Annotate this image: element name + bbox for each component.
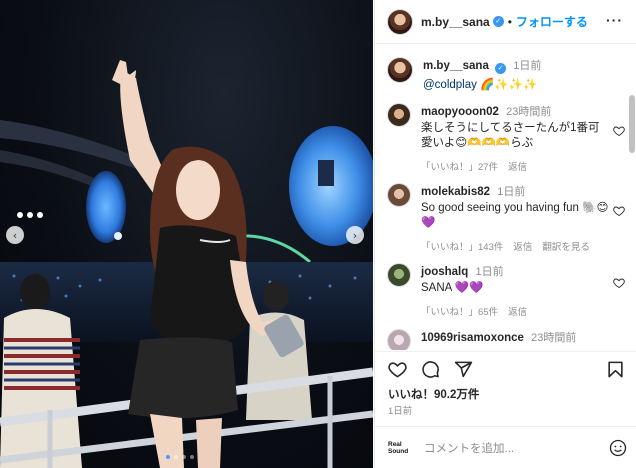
comment-text: SANA 💜💜 — [421, 282, 484, 294]
comment-likes-count[interactable]: 「いいね！」65件 — [421, 304, 498, 318]
caption-author-avatar[interactable] — [387, 57, 413, 83]
chevron-left-icon: ‹ — [12, 228, 18, 242]
author-avatar[interactable] — [387, 8, 413, 35]
comment-text: 楽しそうにしてるさーたんが1番可愛いよ😊🫶🫶🫶らぶ — [421, 122, 600, 149]
comment-reply-button[interactable]: 返信 — [508, 159, 527, 173]
commenter-avatar[interactable] — [387, 329, 411, 350]
follow-button[interactable]: フォローする — [516, 13, 588, 30]
comment-like-heart-icon[interactable] — [613, 205, 625, 217]
comment-text: So good seeing you having fun 🐘😊💜 — [421, 202, 609, 229]
caption-text[interactable]: @coldplay 🌈✨✨✨ — [423, 77, 541, 91]
comment-icon[interactable] — [421, 360, 440, 379]
comment-input[interactable]: コメントを追加... — [424, 440, 609, 456]
comments-scrollbar[interactable] — [629, 95, 635, 153]
commenter-avatar[interactable] — [387, 103, 411, 127]
comment-time: 23時間前 — [506, 106, 552, 118]
bookmark-icon[interactable] — [606, 360, 625, 379]
carousel-indicator — [166, 455, 194, 459]
comment-reply-button[interactable]: 返信 — [513, 239, 532, 253]
comment-item: maopyooon02 23時間前 楽しそうにしてるさーたんが1番可愛いよ😊🫶🫶… — [387, 103, 625, 173]
share-icon[interactable] — [454, 360, 473, 379]
post-photo[interactable]: ‹ › — [0, 0, 373, 468]
carousel-dot — [190, 455, 194, 459]
comments-scroll-area[interactable]: m.by__sana ✓ 1日前 @coldplay 🌈✨✨✨ maopyooo… — [375, 45, 636, 350]
view-translation-button[interactable]: 翻訳を見る — [542, 239, 590, 253]
emoji-icon[interactable] — [609, 439, 627, 457]
carousel-dot — [174, 455, 178, 459]
chevron-right-icon: › — [352, 228, 358, 242]
carousel-dot — [182, 455, 186, 459]
post-caption: m.by__sana ✓ 1日前 @coldplay 🌈✨✨✨ — [387, 57, 541, 91]
comment-item: molekabis82 1日前 So good seeing you havin… — [387, 183, 625, 253]
post-header: m.by__sana ✓ • フォローする ··· — [375, 0, 636, 44]
verified-badge-icon: ✓ — [495, 63, 507, 74]
verified-badge-icon: ✓ — [492, 16, 504, 27]
comment-time: 1日前 — [475, 266, 504, 278]
add-comment-bar: Real Sound コメントを追加... — [375, 426, 636, 468]
commenter-avatar[interactable] — [387, 263, 411, 287]
comment-likes-count[interactable]: 「いいね！」143件 — [421, 239, 503, 253]
commenter-username[interactable]: molekabis82 — [421, 186, 490, 198]
author-username[interactable]: m.by__sana — [421, 15, 490, 29]
comment-likes-count[interactable]: 「いいね！」27件 — [421, 159, 498, 173]
caption-username[interactable]: m.by__sana — [423, 60, 489, 72]
commenter-avatar[interactable] — [387, 183, 411, 207]
comment-time: 1日前 — [497, 186, 526, 198]
heart-icon[interactable] — [388, 360, 407, 379]
commenter-username[interactable]: jooshalq — [421, 266, 468, 278]
likes-count[interactable]: いいね！90.2万件 — [388, 386, 479, 402]
post-actions: いいね！90.2万件 1日前 — [375, 351, 636, 435]
more-horizontal-icon[interactable]: ··· — [606, 12, 623, 28]
commenter-username[interactable]: 10969risamoxonce — [421, 332, 524, 344]
caption-time: 1日前 — [513, 60, 542, 72]
carousel-dot-active — [166, 455, 170, 459]
carousel-next-button[interactable]: › — [346, 226, 364, 244]
comment-like-heart-icon[interactable] — [613, 277, 625, 289]
comment-item: 10969risamoxonce 23時間前 — [387, 329, 625, 350]
commenter-username[interactable]: maopyooon02 — [421, 106, 499, 118]
post-detail-panel: m.by__sana ✓ • フォローする ··· m.by__sana ✓ 1… — [374, 0, 636, 468]
comment-time: 23時間前 — [531, 332, 577, 344]
carousel-prev-button[interactable]: ‹ — [6, 226, 24, 244]
comment-item: jooshalq 1日前 SANA 💜💜 「いいね！」65件 返信 — [387, 263, 625, 318]
comment-reply-button[interactable]: 返信 — [508, 304, 527, 318]
comment-like-heart-icon[interactable] — [613, 125, 625, 137]
realsound-logo: Real Sound — [388, 440, 409, 455]
post-date: 1日前 — [388, 406, 413, 417]
header-separator: • — [507, 14, 512, 29]
concert-photo-illustration — [0, 60, 373, 468]
